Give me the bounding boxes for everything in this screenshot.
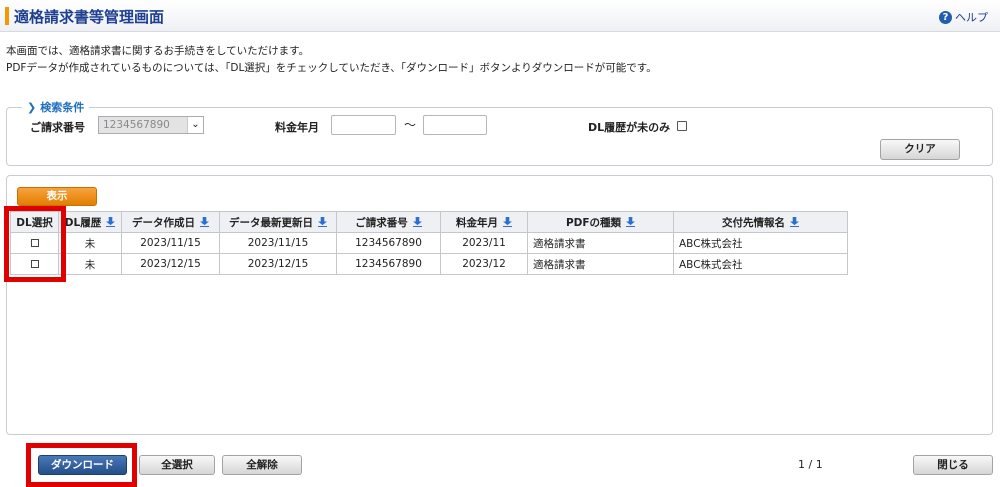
- help-label: ヘルプ: [955, 11, 988, 24]
- download-sort-icon: [503, 216, 512, 227]
- chevron-right-icon: ❯: [27, 101, 37, 114]
- column-header-invoice-number[interactable]: ご請求番号: [336, 211, 441, 233]
- column-header-pdf-type[interactable]: PDFの種類: [527, 211, 674, 233]
- dl-history-cell: 未: [58, 232, 122, 254]
- invoice-number-label: ご請求番号: [30, 121, 85, 134]
- invoice-number-select[interactable]: 1234567890 ⌄: [98, 116, 204, 134]
- column-header-billing-month[interactable]: 料金年月: [440, 211, 528, 233]
- dl-history-filter-checkbox[interactable]: [677, 121, 687, 131]
- download-sort-icon: [626, 216, 636, 227]
- download-sort-icon: [106, 216, 116, 227]
- billing-month-to-input[interactable]: [423, 115, 487, 135]
- invoice-number-value: 1234567890: [103, 119, 170, 131]
- title-accent-bar: [5, 7, 9, 25]
- intro-text: 本画面では、適格請求書に関するお手続きをしていただけます。 PDFデータが作成さ…: [6, 43, 657, 77]
- billing-month-cell: 2023/11: [440, 232, 528, 254]
- download-button-highlight: [26, 443, 137, 487]
- billing-month-from-input[interactable]: [331, 115, 396, 135]
- updated-date-cell: 2023/11/15: [219, 232, 337, 254]
- table-row: 未 2023/12/15 2023/12/15 1234567890 2023/…: [10, 253, 848, 275]
- title-bar: 適格請求書等管理画面 ? ヘルプ: [0, 0, 1000, 32]
- pdf-type-cell: 適格請求書: [527, 253, 674, 275]
- intro-line-1: 本画面では、適格請求書に関するお手続きをしていただけます。: [6, 45, 310, 57]
- intro-line-2: PDFデータが作成されているものについては、「DL選択」をチェックしていただき、…: [6, 62, 657, 74]
- recipient-cell: ABC株式会社: [673, 253, 848, 275]
- table-header-row: DL選択 DL履歴 データ作成日 データ最新更新日 ご請求番号 料金年月 PDF…: [10, 211, 848, 233]
- select-all-button[interactable]: 全選択: [139, 455, 215, 475]
- dl-select-highlight: [4, 206, 66, 282]
- clear-button[interactable]: クリア: [880, 139, 960, 160]
- close-button[interactable]: 閉じる: [913, 455, 993, 475]
- created-date-cell: 2023/11/15: [121, 232, 220, 254]
- column-header-updated-date[interactable]: データ最新更新日: [219, 211, 337, 233]
- dl-history-filter-label: DL履歴が未のみ: [588, 121, 671, 134]
- billing-month-label: 料金年月: [275, 121, 319, 134]
- updated-date-cell: 2023/12/15: [219, 253, 337, 275]
- billing-month-cell: 2023/12: [440, 253, 528, 275]
- results-table: DL選択 DL履歴 データ作成日 データ最新更新日 ご請求番号 料金年月 PDF…: [10, 211, 848, 275]
- download-sort-icon: [412, 216, 422, 227]
- invoice-number-cell: 1234567890: [336, 232, 441, 254]
- column-header-recipient[interactable]: 交付先情報名: [673, 211, 848, 233]
- column-header-created-date[interactable]: データ作成日: [121, 211, 220, 233]
- column-header-dl-history[interactable]: DL履歴: [58, 211, 122, 233]
- recipient-cell: ABC株式会社: [673, 232, 848, 254]
- download-sort-icon: [318, 216, 327, 227]
- search-legend-label: 検索条件: [40, 101, 85, 114]
- page-title: 適格請求書等管理画面: [14, 8, 165, 26]
- created-date-cell: 2023/12/15: [121, 253, 220, 275]
- range-separator: 〜: [404, 118, 417, 132]
- page-indicator: 1 / 1: [798, 458, 823, 471]
- chevron-down-icon: ⌄: [187, 117, 203, 133]
- invoice-number-cell: 1234567890: [336, 253, 441, 275]
- search-conditions-legend[interactable]: ❯ 検索条件: [22, 99, 90, 115]
- help-icon: ?: [939, 10, 952, 24]
- pdf-type-cell: 適格請求書: [527, 232, 674, 254]
- help-link[interactable]: ? ヘルプ: [939, 9, 988, 25]
- table-row: 未 2023/11/15 2023/11/15 1234567890 2023/…: [10, 232, 848, 254]
- download-sort-icon: [790, 216, 799, 227]
- deselect-all-button[interactable]: 全解除: [222, 455, 302, 475]
- show-button[interactable]: 表示: [17, 187, 97, 206]
- download-sort-icon: [200, 216, 209, 227]
- dl-history-cell: 未: [58, 253, 122, 275]
